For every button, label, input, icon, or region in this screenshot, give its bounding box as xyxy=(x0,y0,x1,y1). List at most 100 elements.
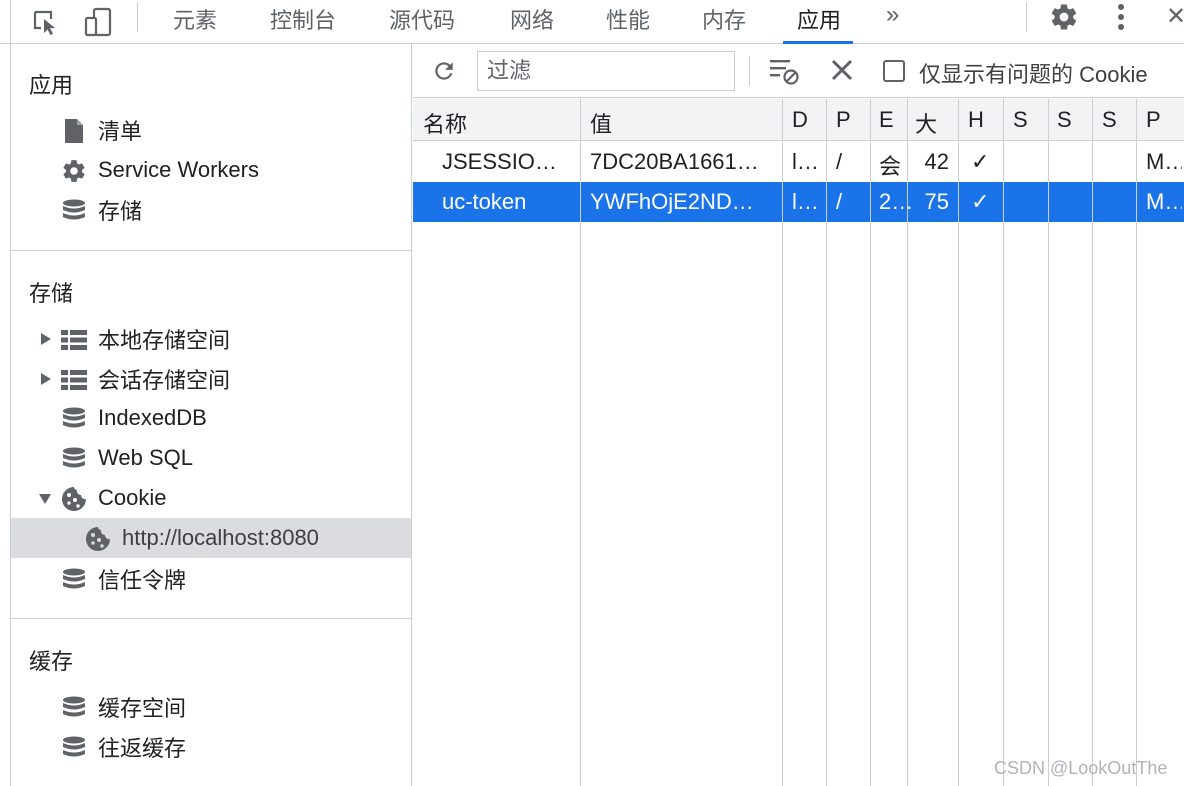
sidebar-item-back-forward-cache[interactable]: 往返缓存 xyxy=(11,727,411,767)
tab-memory[interactable]: 内存 xyxy=(702,0,746,44)
column-divider[interactable] xyxy=(580,99,581,786)
more-tabs-icon[interactable]: » xyxy=(886,0,899,44)
panel-left-border xyxy=(10,0,11,44)
cookie-name: JSESSIO… xyxy=(442,149,557,174)
section-divider xyxy=(11,250,411,251)
sidebar-item-label: 本地存储空间 xyxy=(98,328,231,353)
column-header-priority[interactable]: P xyxy=(1146,107,1161,133)
column-header-name[interactable]: 名称 xyxy=(423,107,467,139)
toolbar-separator xyxy=(749,56,750,86)
clear-all-cookies-icon[interactable] xyxy=(831,59,853,86)
column-divider[interactable] xyxy=(1048,99,1049,786)
cookie-toolbar: 仅显示有问题的 Cookie xyxy=(413,44,1184,98)
tab-sources[interactable]: 源代码 xyxy=(389,0,455,44)
expand-arrow-icon[interactable] xyxy=(41,373,51,385)
sidebar-item-cookie-localhost[interactable]: http://localhost:8080 xyxy=(11,518,411,558)
more-options-icon[interactable] xyxy=(1110,0,1132,34)
table-row-selected[interactable]: uc-token YWFhOjE2ND… l… / 2… 75 ✓ M… xyxy=(413,182,1184,222)
column-header-path[interactable]: P xyxy=(836,107,851,133)
filter-input[interactable] xyxy=(477,51,735,91)
refresh-icon[interactable] xyxy=(431,58,457,89)
tab-application[interactable]: 应用 xyxy=(782,0,854,44)
sidebar-item-label: 存储 xyxy=(98,199,143,224)
cookie-icon xyxy=(85,526,111,552)
table-header: 名称 值 D P E 大 H S S S P xyxy=(413,99,1184,141)
cookie-priority: M… xyxy=(1146,149,1182,174)
cookie-path: / xyxy=(836,149,843,174)
column-divider[interactable] xyxy=(826,99,827,786)
sidebar-item-label: Service Workers xyxy=(98,157,259,182)
section-title-cache: 缓存 xyxy=(29,649,74,674)
cookie-httponly: ✓ xyxy=(971,189,990,214)
column-divider[interactable] xyxy=(870,99,871,786)
sidebar-item-web-sql[interactable]: Web SQL xyxy=(11,438,411,478)
column-divider[interactable] xyxy=(958,99,959,786)
database-icon xyxy=(61,406,87,432)
collapse-arrow-icon[interactable] xyxy=(39,494,51,504)
tab-console[interactable]: 控制台 xyxy=(270,0,336,44)
sidebar-item-service-workers[interactable]: Service Workers xyxy=(11,150,411,190)
sidebar-item-label: 会话存储空间 xyxy=(98,368,231,393)
cookie-icon xyxy=(61,486,87,512)
column-divider[interactable] xyxy=(782,99,783,786)
column-divider[interactable] xyxy=(1136,99,1137,786)
toolbar-separator xyxy=(137,2,138,32)
column-header-sameparty[interactable]: S xyxy=(1102,107,1117,133)
cookie-path: / xyxy=(836,189,843,214)
column-header-expires[interactable]: E xyxy=(879,107,893,133)
column-header-httponly[interactable]: H xyxy=(968,107,984,133)
sidebar-item-session-storage[interactable]: 会话存储空间 xyxy=(11,359,411,399)
document-icon xyxy=(61,118,87,144)
only-issues-label: 仅显示有问题的 Cookie xyxy=(919,62,1148,87)
tab-performance[interactable]: 性能 xyxy=(606,0,650,44)
cookie-size: 42 xyxy=(924,149,949,174)
cookie-panel: 仅显示有问题的 Cookie 名称 值 D P E 大 H S S S P JS… xyxy=(413,44,1184,786)
cookie-value: YWFhOjE2ND… xyxy=(590,189,754,214)
sidebar-item-storage[interactable]: 存储 xyxy=(11,190,411,230)
tab-elements[interactable]: 元素 xyxy=(173,0,217,44)
sidebar-item-label: Web SQL xyxy=(98,445,193,470)
column-divider[interactable] xyxy=(1003,99,1004,786)
column-header-domain[interactable]: D xyxy=(792,107,808,133)
watermark-text: CSDN @LookOutThe xyxy=(994,758,1168,778)
sidebar-item-label: 清单 xyxy=(98,119,143,144)
column-header-samesite[interactable]: S xyxy=(1057,107,1072,133)
sidebar-item-trust-tokens[interactable]: 信任令牌 xyxy=(11,559,411,599)
section-title-storage: 存储 xyxy=(29,281,74,306)
only-issues-checkbox[interactable] xyxy=(883,60,905,82)
section-title-application: 应用 xyxy=(29,73,74,98)
column-divider[interactable] xyxy=(907,99,908,786)
column-divider[interactable] xyxy=(1092,99,1093,786)
database-icon xyxy=(61,735,87,761)
sidebar-item-cookies[interactable]: Cookie xyxy=(11,478,411,518)
sidebar-item-manifest[interactable]: 清单 xyxy=(11,110,411,150)
sidebar-item-label: 信任令牌 xyxy=(98,568,187,593)
database-icon xyxy=(61,695,87,721)
expand-arrow-icon[interactable] xyxy=(41,333,51,345)
sidebar-item-cache-storage[interactable]: 缓存空间 xyxy=(11,687,411,727)
column-header-size[interactable]: 大 xyxy=(915,107,937,139)
table-row[interactable]: JSESSIO… 7DC20BA1661… l… / 会 42 ✓ M… xyxy=(413,142,1184,182)
close-devtools-icon[interactable]: ✕ xyxy=(1166,0,1184,44)
sidebar-item-local-storage[interactable]: 本地存储空间 xyxy=(11,319,411,359)
clear-filtered-cookies-icon[interactable] xyxy=(769,56,801,91)
settings-gear-icon[interactable] xyxy=(1048,0,1080,34)
gear-icon xyxy=(61,158,87,184)
column-header-value[interactable]: 值 xyxy=(590,107,612,139)
cookie-value: 7DC20BA1661… xyxy=(590,149,759,174)
tab-network[interactable]: 网络 xyxy=(510,0,554,44)
database-icon xyxy=(61,567,87,593)
cookie-size: 75 xyxy=(924,189,949,214)
sidebar-item-label: IndexedDB xyxy=(98,405,207,430)
column-header-secure[interactable]: S xyxy=(1013,107,1028,133)
inspect-element-icon[interactable] xyxy=(28,0,62,44)
cookie-priority: M… xyxy=(1146,189,1182,214)
sidebar-item-indexeddb[interactable]: IndexedDB xyxy=(11,398,411,438)
cookie-table: 名称 值 D P E 大 H S S S P JSESSIO… 7DC20BA1… xyxy=(413,99,1184,786)
application-sidebar: 应用 清单 Service Workers 存储 存储 本地存储空间 会话存储空… xyxy=(10,44,412,786)
sidebar-item-label: Cookie xyxy=(98,485,167,510)
devtools-tab-bar: 元素 控制台 源代码 网络 性能 内存 应用 » ✕ xyxy=(0,0,1184,44)
cookie-httponly: ✓ xyxy=(971,149,990,174)
device-toolbar-icon[interactable] xyxy=(82,0,114,44)
section-divider xyxy=(11,618,411,619)
